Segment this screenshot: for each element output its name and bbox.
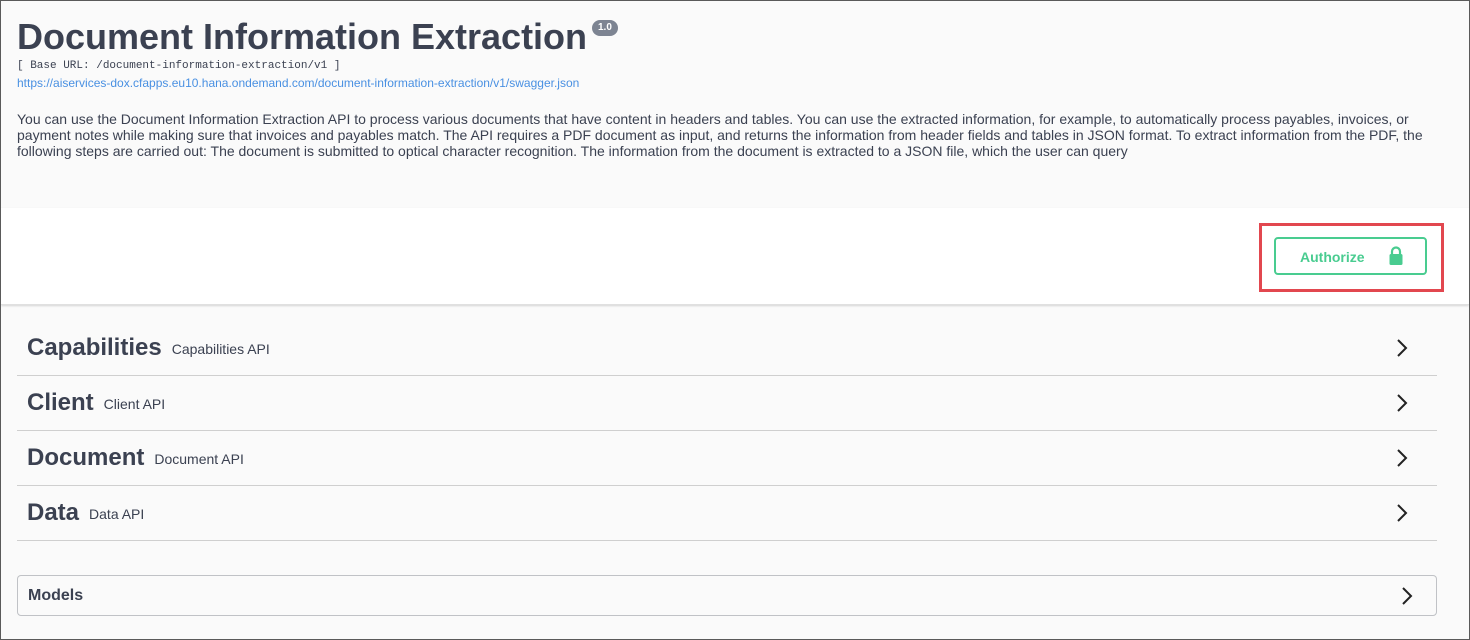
tag-section-client[interactable]: Client Client API (17, 376, 1437, 431)
chevron-right-icon[interactable] (1395, 503, 1409, 523)
swagger-json-link[interactable]: https://aiservices-dox.cfapps.eu10.hana.… (17, 76, 579, 90)
tag-name: Capabilities (27, 334, 162, 361)
tag-name: Client (27, 389, 94, 416)
base-url: [ Base URL: /document-information-extrac… (17, 60, 341, 72)
page-title: Document Information Extraction (17, 16, 588, 57)
tag-description: Data API (89, 506, 145, 522)
tag-name: Data (27, 499, 80, 526)
tag-section-data[interactable]: Data Data API (17, 486, 1437, 541)
tag-description: Capabilities API (171, 341, 270, 357)
tag-section-document[interactable]: Document Document API (17, 431, 1437, 486)
chevron-right-icon[interactable] (1395, 393, 1409, 413)
authorize-button[interactable]: Authorize (1274, 237, 1427, 275)
tag-description: Client API (103, 396, 166, 412)
tag-description: Document API (154, 451, 244, 467)
chevron-right-icon[interactable] (1395, 448, 1409, 468)
authorize-button-label: Authorize (1300, 249, 1365, 265)
lock-icon (1389, 246, 1403, 265)
api-info-section: Document Information Extraction 1.0 [ Ba… (1, 1, 1469, 208)
models-section[interactable]: Models (17, 575, 1437, 616)
version-badge: 1.0 (592, 20, 618, 36)
chevron-right-icon[interactable] (1400, 586, 1414, 606)
swagger-page: Document Information Extraction 1.0 [ Ba… (0, 0, 1470, 640)
tag-section-capabilities[interactable]: Capabilities Capabilities API (17, 321, 1437, 376)
models-title: Models (28, 587, 84, 604)
tag-name: Document (27, 444, 145, 471)
scheme-container: Authorize (1, 208, 1469, 305)
api-description: You can use the Document Information Ext… (17, 111, 1423, 159)
chevron-right-icon[interactable] (1395, 338, 1409, 358)
